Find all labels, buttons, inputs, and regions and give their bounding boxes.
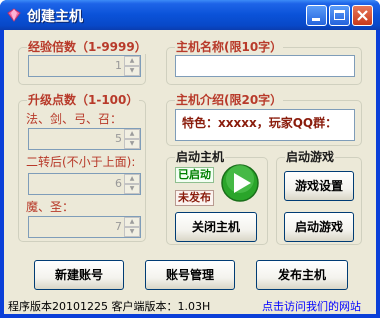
window-title: 创建主机 <box>27 9 83 25</box>
host-name-label: 主机名称(限10字） <box>175 40 284 54</box>
host-intro-text: 特色：xxxxx，玩家QQ群： <box>182 116 338 130</box>
points-magic-stepper[interactable]: 7 ▲ ▼ <box>28 216 141 238</box>
close-button[interactable] <box>352 5 373 26</box>
new-account-button[interactable]: 新建账号 <box>34 260 124 290</box>
client-area: 经验倍数（1-9999） 1 ▲ ▼ 升级点数（1-100） 法、剑、弓、召： 5… <box>4 30 376 314</box>
status-unpublished-badge: 未发布 <box>175 190 214 206</box>
exp-group-label: 经验倍数（1-9999） <box>27 40 148 54</box>
minimize-icon <box>312 18 320 21</box>
maximize-button[interactable] <box>329 5 350 26</box>
close-icon <box>357 10 368 21</box>
spin-down-icon[interactable]: ▼ <box>124 139 140 149</box>
spin-down-icon[interactable]: ▼ <box>124 227 140 237</box>
status-started-badge: 已启动 <box>175 167 214 183</box>
spin-up-icon[interactable]: ▲ <box>124 174 140 184</box>
app-window: 创建主机 经验倍数（1-9999） 1 ▲ ▼ 升级点数（1-100） 法、剑、弓… <box>0 0 380 318</box>
game-settings-button[interactable]: 游戏设置 <box>284 171 354 201</box>
host-intro-label: 主机介绍(限20字） <box>175 93 284 107</box>
points-group-label: 升级点数（1-100） <box>27 93 140 107</box>
title-bar[interactable]: 创建主机 <box>0 0 380 30</box>
points-class1-stepper[interactable]: 5 ▲ ▼ <box>28 128 141 150</box>
points-second-value: 6 <box>115 177 122 190</box>
diamond-icon <box>7 8 21 22</box>
publish-host-button[interactable]: 发布主机 <box>256 260 348 290</box>
points-class1-value: 5 <box>115 132 122 145</box>
points-second-stepper[interactable]: 6 ▲ ▼ <box>28 173 141 195</box>
spin-down-icon[interactable]: ▼ <box>124 184 140 194</box>
points-second-label: 二转后(不小于上面): <box>26 155 136 169</box>
host-intro-input[interactable]: 特色：xxxxx，玩家QQ群： <box>175 109 355 141</box>
account-manage-button[interactable]: 账号管理 <box>145 260 235 290</box>
spin-down-icon[interactable]: ▼ <box>124 66 140 76</box>
start-game-label: 启动游戏 <box>285 150 336 164</box>
host-name-input[interactable] <box>175 55 355 77</box>
start-host-label: 启动主机 <box>175 150 226 164</box>
launch-game-button[interactable]: 启动游戏 <box>284 212 354 242</box>
points-magic-value: 7 <box>115 220 122 233</box>
website-link[interactable]: 点击访问我们的网站 <box>262 298 361 314</box>
exp-multiplier-value: 1 <box>115 59 122 72</box>
version-text: 程序版本20101225 客户端版本：1.03H <box>8 300 211 313</box>
spin-up-icon[interactable]: ▲ <box>124 56 140 66</box>
points-class1-label: 法、剑、弓、召： <box>26 112 123 126</box>
points-magic-label: 魔、圣： <box>26 200 75 214</box>
maximize-icon <box>334 10 345 20</box>
close-host-button[interactable]: 关闭主机 <box>175 212 257 242</box>
spin-up-icon[interactable]: ▲ <box>124 217 140 227</box>
play-icon[interactable] <box>220 163 260 203</box>
spin-up-icon[interactable]: ▲ <box>124 129 140 139</box>
minimize-button[interactable] <box>306 5 327 26</box>
exp-multiplier-stepper[interactable]: 1 ▲ ▼ <box>28 55 141 77</box>
